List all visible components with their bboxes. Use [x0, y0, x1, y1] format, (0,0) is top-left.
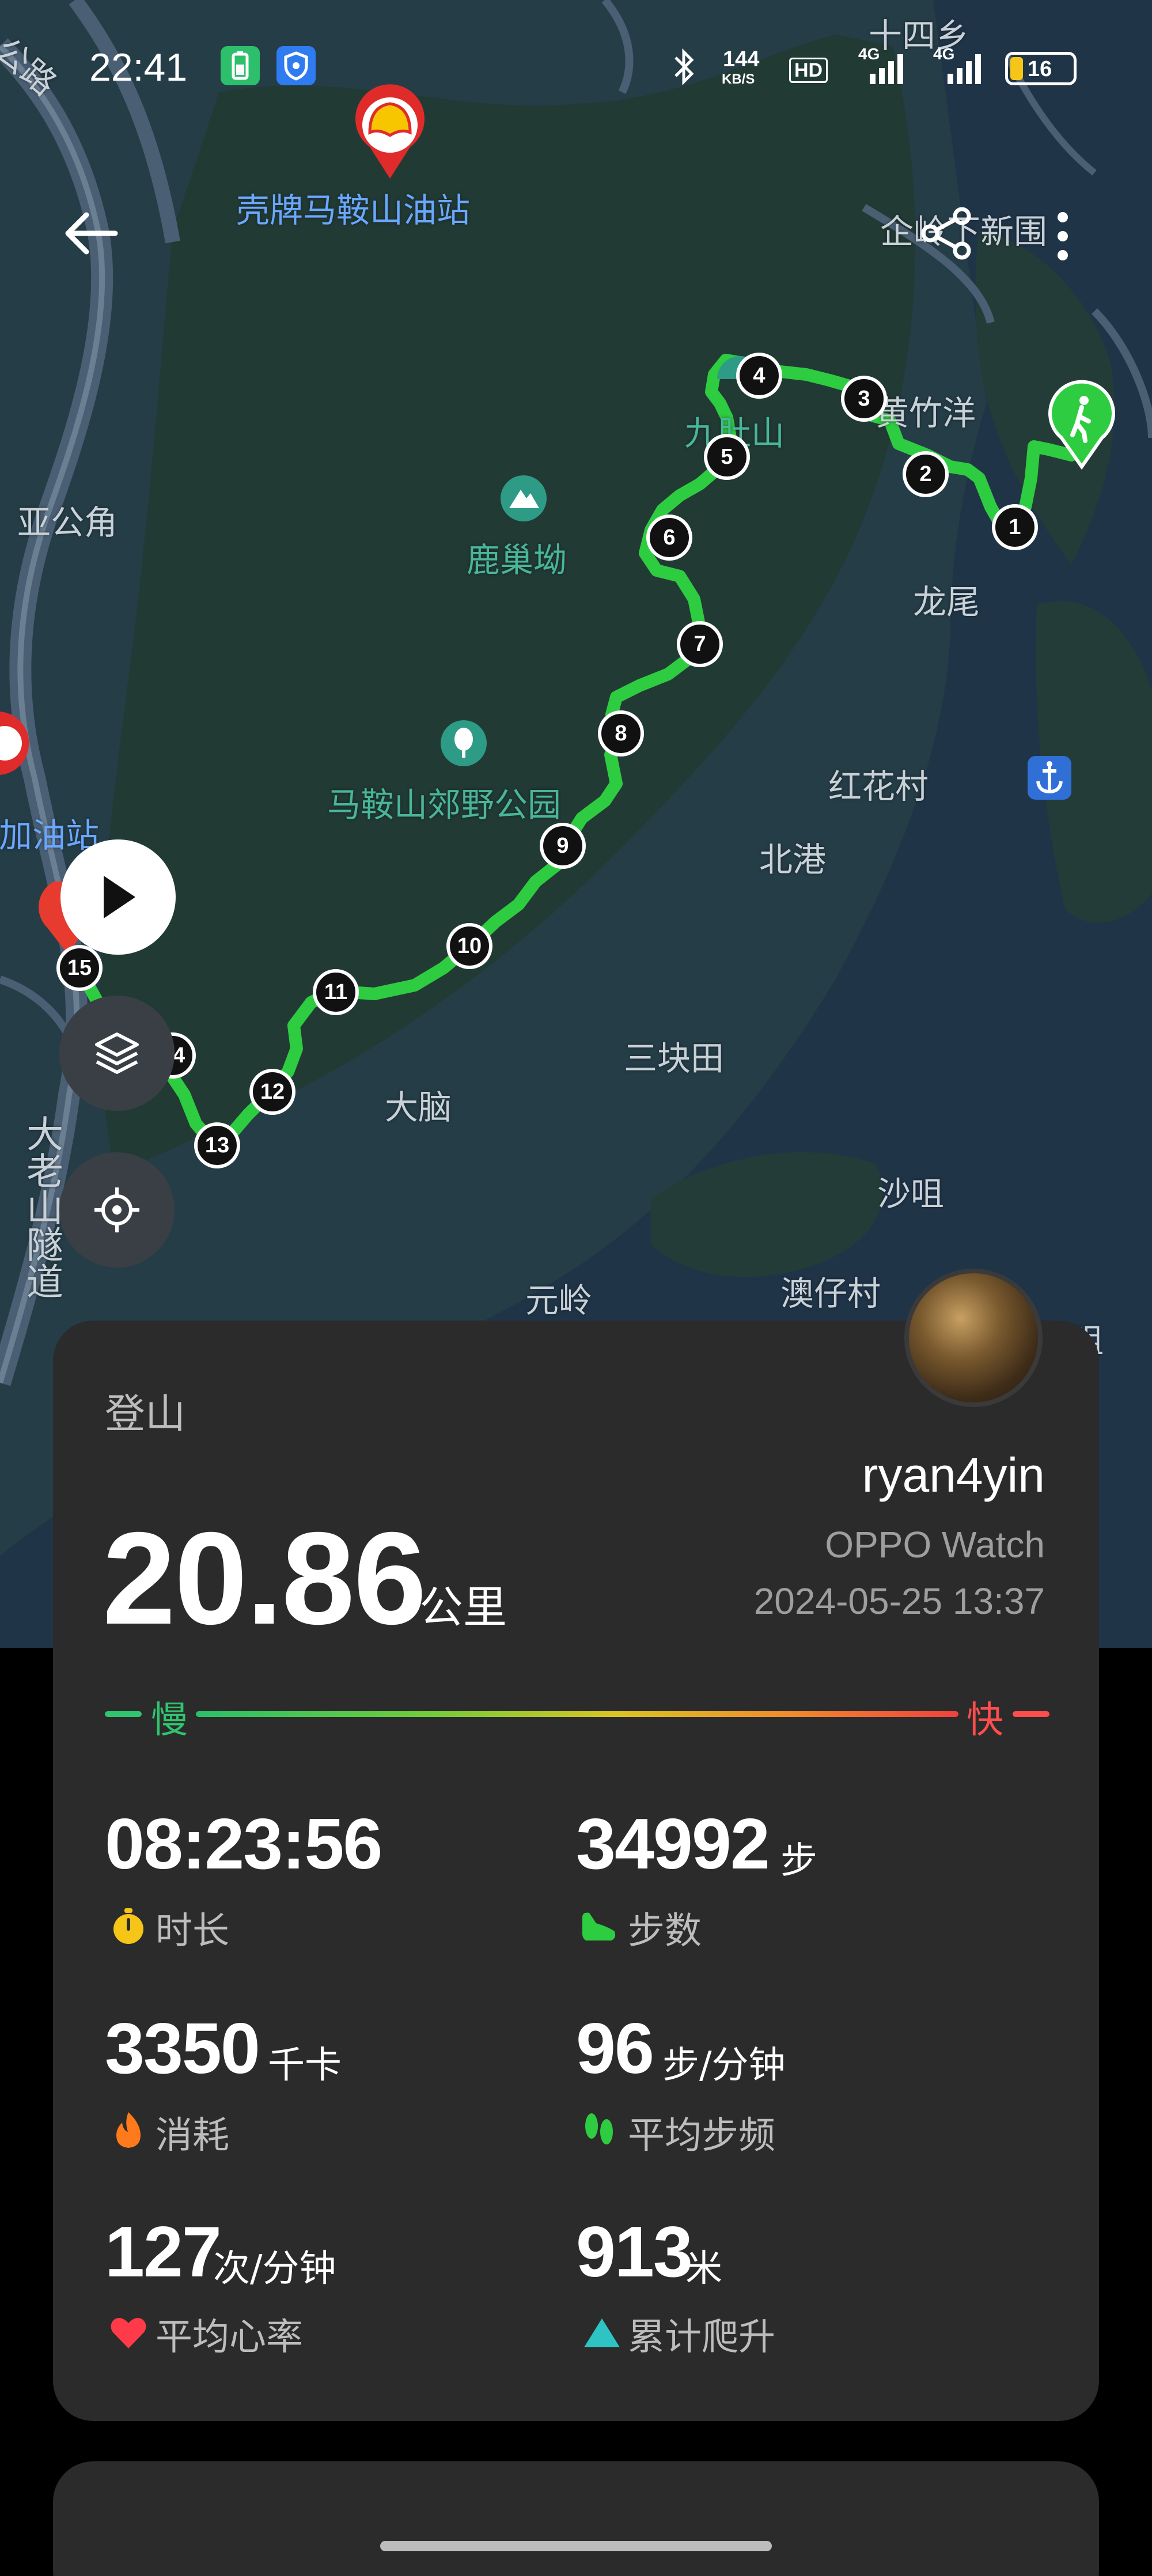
back-button[interactable] [58, 205, 127, 262]
map-label-gas-station-top: 壳牌马鞍山油站 [236, 191, 471, 230]
km-marker-4: 4 [736, 353, 782, 399]
map-label-danao: 大脑 [385, 1088, 452, 1127]
status-time: 22:41 [89, 46, 188, 89]
km-marker-9: 9 [540, 823, 586, 869]
park-poi-icon [438, 717, 490, 769]
calories-value: 3350 [105, 2009, 260, 2089]
hiker-icon [1048, 380, 1115, 470]
username: ryan4yin [862, 1448, 1045, 1502]
map-label-longwei: 龙尾 [913, 582, 980, 622]
pace-slow-label: 慢 [151, 1699, 188, 1742]
more-vertical-icon [1058, 212, 1068, 260]
user-avatar[interactable] [904, 1269, 1043, 1407]
pace-slow-dash [105, 1711, 142, 1717]
signal-icon [870, 54, 903, 84]
map-label-aozaicun: 澳仔村 [780, 1274, 881, 1313]
map-label-tunnel: 大老山隧道 [20, 1115, 63, 1299]
home-indicator[interactable] [380, 2541, 772, 2551]
mountain-poi-icon [498, 472, 550, 524]
steps-label: 步数 [628, 1910, 702, 1953]
network-speed-unit: KB/S [722, 71, 755, 87]
heart-icon [111, 2318, 146, 2348]
play-button[interactable] [60, 839, 176, 955]
steps-unit: 步 [780, 1840, 817, 1882]
shield-app-icon [276, 46, 316, 85]
calories-unit: 千卡 [268, 2044, 342, 2087]
layers-button[interactable] [59, 996, 175, 1111]
km-marker-8: 8 [598, 710, 644, 756]
back-arrow-icon [65, 212, 118, 255]
km-marker-10: 10 [446, 923, 492, 969]
gas-station-icon [0, 712, 29, 775]
ascent-unit: 米 [685, 2248, 722, 2290]
distance-unit: 公里 [419, 1582, 507, 1633]
gas-station-left-pin[interactable] [0, 712, 35, 786]
device-name: OPPO Watch [825, 1524, 1045, 1565]
activity-type: 登山 [105, 1390, 185, 1438]
distance-value: 20.86 [103, 1505, 427, 1652]
layers-icon [95, 1032, 139, 1074]
ascent-value: 913 [576, 2212, 693, 2292]
duration-value: 08:23:56 [105, 1805, 382, 1884]
calories-label: 消耗 [156, 2114, 229, 2157]
km-marker-11: 11 [313, 969, 359, 1015]
map-label-beigang: 北港 [759, 840, 827, 879]
km-marker-5: 5 [704, 434, 750, 480]
crosshair-icon [94, 1187, 139, 1232]
ascent-label: 累计爬升 [628, 2316, 775, 2359]
signal-icon-2 [948, 54, 981, 84]
pace-legend: 慢 快 [105, 1690, 1049, 1742]
timer-icon [113, 1908, 143, 1944]
km-marker-7: 7 [677, 621, 723, 667]
network-speed: 144 [723, 47, 760, 71]
cadence-unit: 步/分钟 [662, 2044, 786, 2087]
cadence-label: 平均步频 [628, 2114, 775, 2157]
battery-app-icon [221, 46, 260, 85]
start-point-pin[interactable] [1047, 377, 1116, 470]
cadence-value: 96 [576, 2009, 654, 2089]
next-section-card[interactable] [53, 2461, 1099, 2576]
battery-level [1010, 57, 1023, 80]
pace-gradient-bar [196, 1711, 958, 1717]
km-marker-13: 13 [194, 1122, 240, 1168]
km-marker-15: 15 [56, 945, 103, 991]
hd-indicator: HD [789, 58, 828, 83]
km-marker-1: 1 [992, 504, 1038, 550]
battery-icon: 16 [1005, 52, 1077, 85]
more-options-button[interactable] [1048, 205, 1077, 268]
pace-fast-dash [1013, 1711, 1049, 1717]
flame-icon [116, 2112, 141, 2148]
mountain-ascent-icon [584, 2318, 620, 2347]
play-icon [104, 876, 135, 918]
map-label-yuanling: 元岭 [525, 1281, 593, 1320]
shoe-icon [582, 1912, 616, 1940]
status-bar: 22:41 144 KB/S HD 4G 4G 16 [0, 0, 1152, 138]
pace-fast-label: 快 [967, 1699, 1003, 1742]
map-label-shaju: 沙咀 [877, 1174, 945, 1213]
map-label-honghuacun: 红花村 [828, 767, 929, 806]
footprints-icon [585, 2113, 613, 2144]
km-marker-3: 3 [841, 376, 887, 422]
map-label-zhuyang: 黄竹洋 [876, 394, 976, 433]
locate-button[interactable] [59, 1152, 175, 1268]
steps-value: 34992 [576, 1805, 770, 1884]
share-button[interactable] [916, 205, 979, 262]
km-marker-2: 2 [903, 451, 949, 497]
map-label-maanshan-park: 马鞍山郊野公园 [327, 785, 562, 824]
bluetooth-icon [674, 48, 694, 86]
map-label-luchaoao: 鹿巢坳 [467, 540, 567, 580]
map-label-gas-station-left: 北加油站 [0, 816, 100, 855]
km-marker-6: 6 [646, 515, 692, 561]
duration-label: 时长 [156, 1910, 229, 1953]
map-label-yagongjiao: 亚公角 [17, 503, 118, 542]
battery-percent: 16 [1028, 57, 1052, 81]
share-icon [921, 207, 971, 260]
heart-rate-unit: 次/分钟 [213, 2248, 336, 2290]
workout-datetime: 2024-05-25 13:37 [753, 1580, 1045, 1622]
heart-rate-value: 127 [105, 2212, 222, 2292]
km-marker-12: 12 [249, 1069, 295, 1115]
heart-rate-label: 平均心率 [156, 2316, 303, 2359]
map-label-sankuaitian: 三块田 [624, 1039, 725, 1078]
anchor-poi-icon [1026, 755, 1073, 801]
